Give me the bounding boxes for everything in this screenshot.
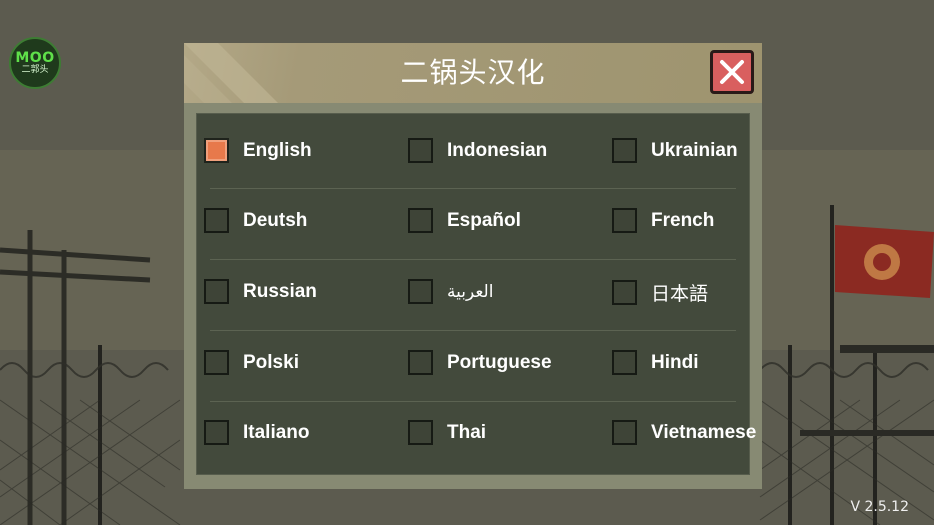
language-label: French — [651, 209, 715, 231]
version-label: V 2.5.12 — [850, 499, 909, 515]
language-label: Hindi — [651, 351, 699, 373]
language-label: Russian — [243, 280, 317, 302]
language-options-panel: English Indonesian Ukrainian Deutsh Español F… — [196, 113, 756, 475]
language-checkbox[interactable] — [612, 420, 637, 445]
language-option[interactable]: Russian — [204, 279, 317, 304]
language-label: Portuguese — [447, 351, 552, 373]
language-checkbox[interactable] — [612, 280, 637, 305]
row-divider — [210, 259, 736, 260]
language-option[interactable]: Portuguese — [408, 350, 552, 375]
language-option[interactable]: Ukrainian — [612, 138, 738, 163]
language-checkbox[interactable] — [408, 350, 433, 375]
row-divider — [210, 188, 736, 189]
language-checkbox[interactable] — [612, 208, 637, 233]
language-option[interactable]: Indonesian — [408, 138, 547, 163]
dialog-title: 二锅头汉化 — [400, 56, 546, 89]
language-checkbox[interactable] — [204, 138, 229, 163]
language-checkbox[interactable] — [408, 208, 433, 233]
row-divider — [210, 330, 736, 331]
language-label: العربية — [447, 281, 494, 302]
language-label: Italiano — [243, 421, 310, 443]
dialog-body: English Indonesian Ukrainian Deutsh Español F… — [184, 103, 762, 489]
language-checkbox[interactable] — [408, 279, 433, 304]
language-label: English — [243, 139, 312, 161]
language-option[interactable]: Vietnamese — [612, 420, 756, 445]
close-x-icon — [720, 60, 744, 84]
language-option[interactable]: 日本語 — [612, 279, 708, 306]
language-checkbox[interactable] — [612, 138, 637, 163]
language-label: Thai — [447, 421, 487, 443]
language-option[interactable]: Thai — [408, 420, 486, 445]
language-label: Ukrainian — [651, 139, 738, 161]
dialog-header: 二锅头汉化 — [184, 43, 762, 103]
language-checkbox[interactable] — [204, 208, 229, 233]
row-divider — [210, 401, 736, 402]
moo-logo: MOO 二郭头 — [9, 37, 61, 89]
language-label: Polski — [243, 351, 299, 373]
language-checkbox[interactable] — [408, 138, 433, 163]
language-label: Vietnamese — [651, 421, 757, 443]
language-checkbox[interactable] — [204, 350, 229, 375]
language-checkbox[interactable] — [408, 420, 433, 445]
logo-text: MOO — [15, 49, 55, 66]
language-checkbox[interactable] — [612, 350, 637, 375]
language-label: Español — [447, 209, 521, 231]
language-option[interactable]: Español — [408, 208, 521, 233]
language-option[interactable]: French — [612, 208, 714, 233]
language-dialog: 二锅头汉化 English Indonesian Ukrainian Deutsh Es… — [184, 43, 762, 489]
language-label: 日本語 — [651, 283, 709, 305]
language-label: Deutsh — [243, 209, 308, 231]
logo-subtext: 二郭头 — [21, 64, 49, 75]
language-checkbox[interactable] — [204, 279, 229, 304]
language-option[interactable]: Hindi — [612, 350, 699, 375]
language-option[interactable]: Italiano — [204, 420, 310, 445]
language-checkbox[interactable] — [204, 420, 229, 445]
close-button[interactable] — [710, 50, 754, 94]
language-option[interactable]: Polski — [204, 350, 299, 375]
language-option[interactable]: Deutsh — [204, 208, 307, 233]
language-label: Indonesian — [447, 139, 548, 161]
language-option[interactable]: العربية — [408, 279, 493, 304]
language-option[interactable]: English — [204, 138, 312, 163]
